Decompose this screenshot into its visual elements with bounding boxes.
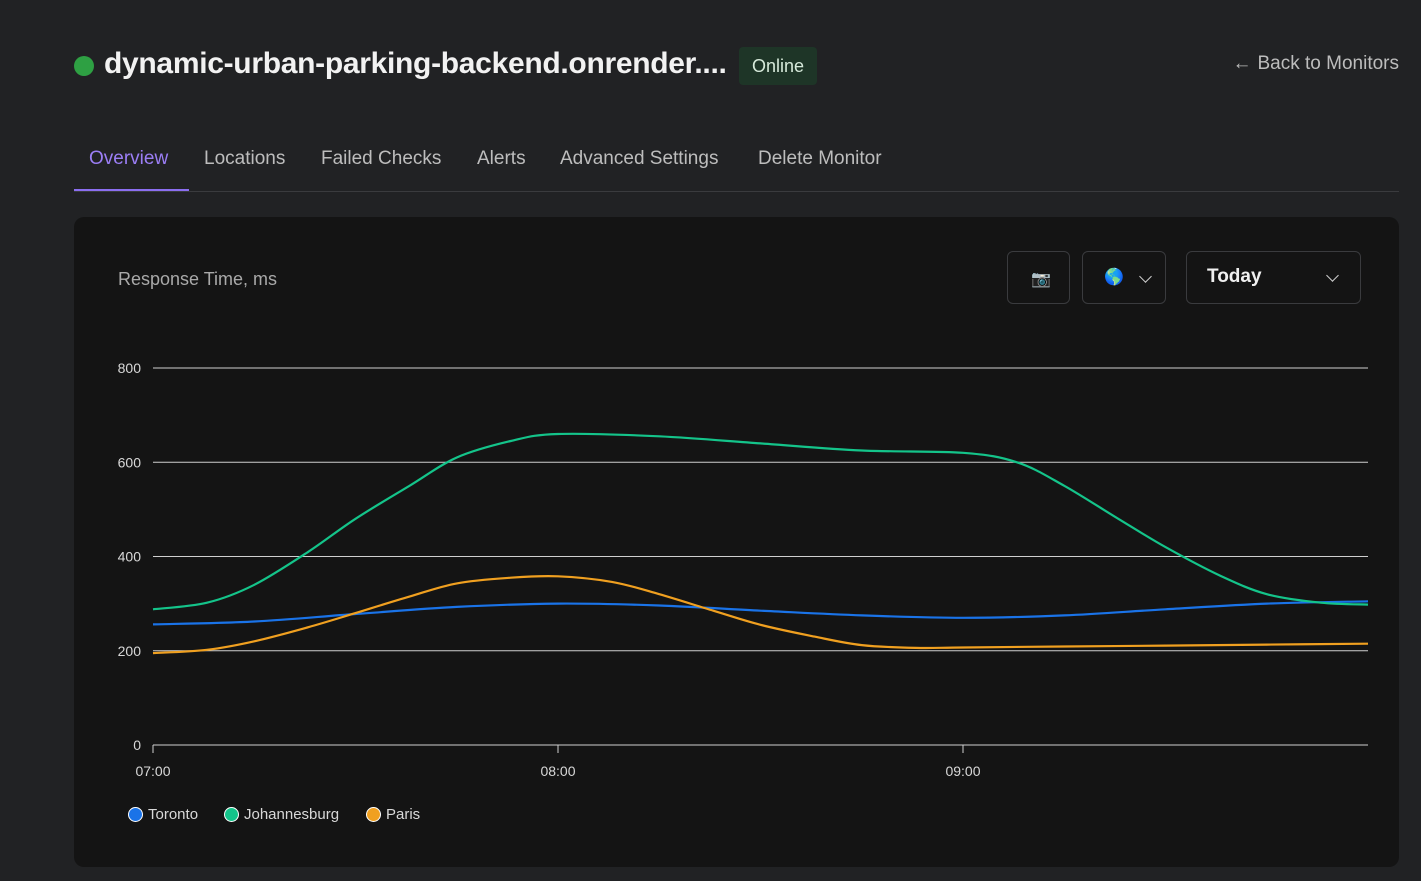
camera-icon: 📷 — [1031, 271, 1051, 288]
series-line-johannesburg — [152, 432, 1369, 611]
back-to-monitors-label: Back to Monitors — [1257, 53, 1400, 74]
tab-alerts[interactable]: Alerts — [477, 148, 526, 170]
arrow-left-icon: ← — [1232, 53, 1252, 74]
legend-label-toronto: Toronto — [148, 806, 199, 823]
tab-overview[interactable]: Overview — [89, 148, 168, 170]
globe-icon: 🌎 — [1104, 269, 1124, 286]
x-tick-label: 07:00 — [135, 763, 170, 779]
chevron-down-icon — [1139, 270, 1152, 283]
series-line-toronto — [152, 600, 1369, 626]
y-tick-label: 800 — [118, 360, 142, 376]
x-tick-label: 09:00 — [945, 763, 980, 779]
date-range-value: Today — [1207, 266, 1262, 287]
y-tick-label: 400 — [118, 549, 142, 565]
legend-swatch-paris — [366, 807, 381, 822]
legend-label-paris: Paris — [386, 806, 421, 823]
y-tick-label: 600 — [118, 454, 142, 470]
legend-swatch-toronto — [128, 807, 143, 822]
response-time-chart: 0 200 400 600 800 07:00 08:00 09:00 — [118, 360, 1369, 779]
page-title: dynamic-urban-parking-backend.onrender..… — [104, 47, 727, 80]
monitor-header: dynamic-urban-parking-backend.onrender..… — [74, 44, 1399, 88]
status-badge: Online — [739, 47, 818, 85]
legend-swatch-johannesburg — [224, 807, 239, 822]
y-tick-label: 200 — [118, 643, 142, 659]
tab-delete-monitor[interactable]: Delete Monitor — [758, 148, 882, 170]
response-time-card: 0 200 400 600 800 07:00 08:00 09:00 Response Ti… — [74, 217, 1399, 867]
screenshot-button[interactable]: 📷 — [1007, 251, 1070, 304]
date-range-select[interactable]: Today — [1186, 251, 1361, 304]
back-to-monitors-link[interactable]: ← Back to Monitors — [1233, 53, 1400, 75]
chart-title: Response Time, ms — [118, 269, 278, 289]
chevron-down-icon — [1326, 269, 1339, 282]
tab-locations[interactable]: Locations — [204, 148, 285, 170]
status-dot — [74, 56, 94, 76]
tab-advanced-settings[interactable]: Advanced Settings — [560, 148, 718, 170]
location-filter-dropdown[interactable]: 🌎 — [1082, 251, 1166, 304]
x-tick-label: 08:00 — [540, 763, 575, 779]
active-tab-indicator — [74, 189, 189, 191]
tab-failed-checks[interactable]: Failed Checks — [321, 148, 441, 170]
tab-bar: Overview Locations Failed Checks Alerts … — [74, 140, 1399, 192]
y-tick-label: 0 — [133, 737, 141, 753]
legend-label-johannesburg: Johannesburg — [244, 806, 340, 823]
